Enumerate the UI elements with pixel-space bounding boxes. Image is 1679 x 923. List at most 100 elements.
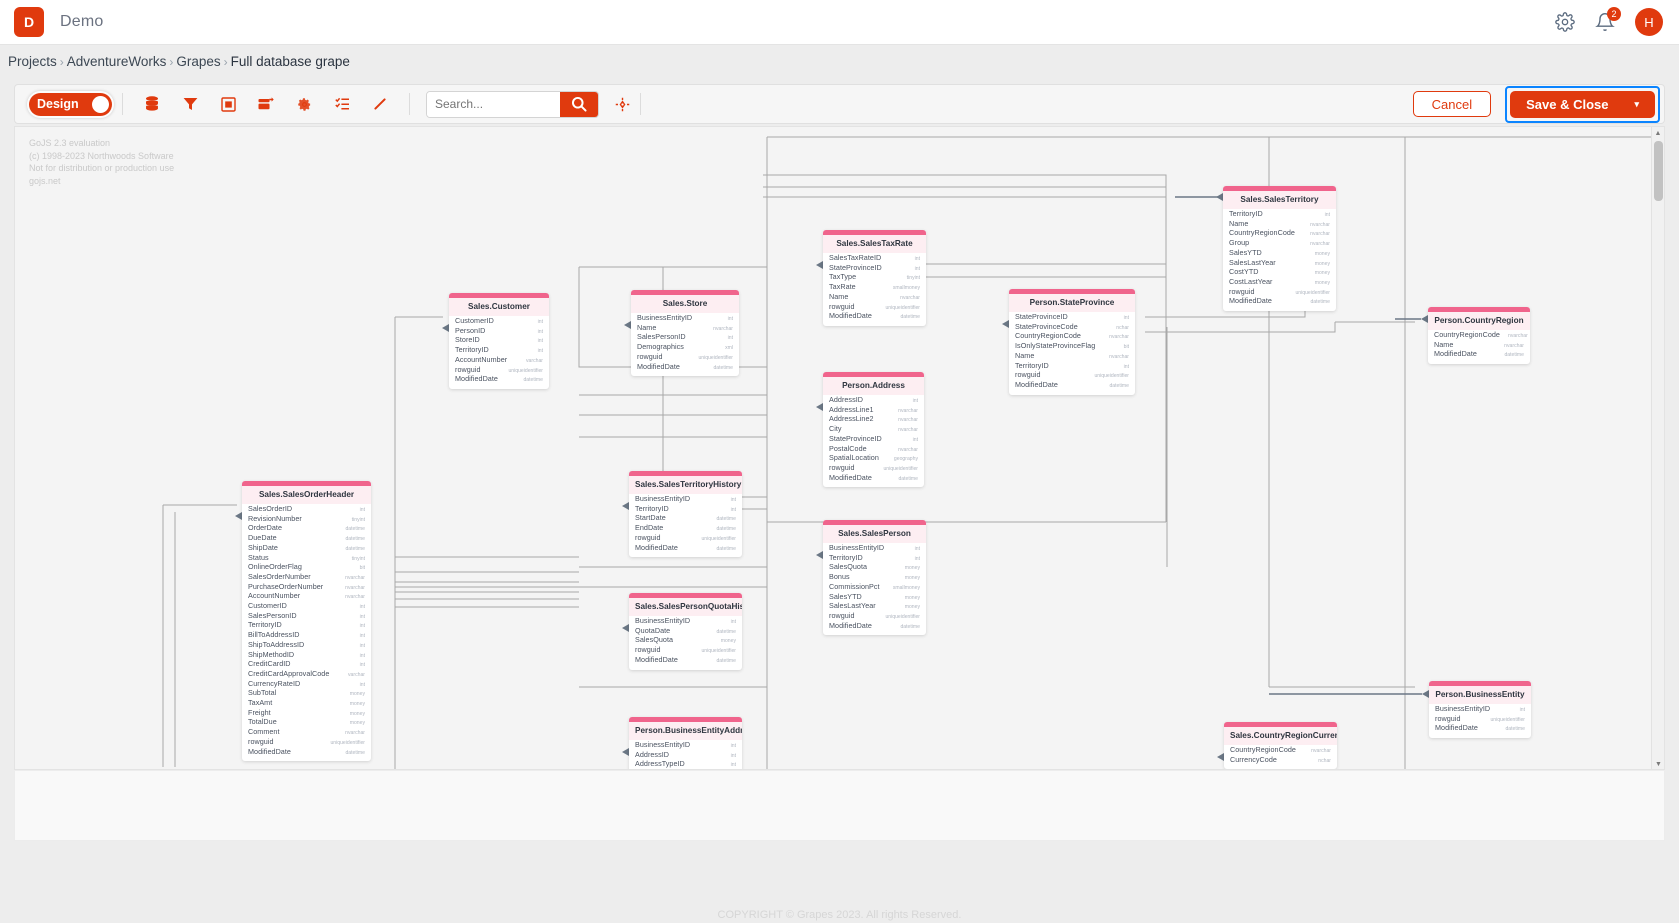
field-name: CustomerID xyxy=(248,601,287,611)
table-field-row[interactable]: AddressLine2 nvarchar xyxy=(829,415,918,425)
breadcrumb-item-grapes[interactable]: Grapes xyxy=(176,54,220,69)
table-field-row[interactable]: ModifiedDate datetime xyxy=(637,362,733,373)
field-name: Bonus xyxy=(829,572,850,582)
erd-table-sales-countryregioncurrency[interactable]: Sales.CountryRegionCurrency CountryRegion… xyxy=(1224,722,1337,769)
field-name: Name xyxy=(1434,339,1454,349)
field-name: PersonID xyxy=(455,325,486,335)
target-icon[interactable] xyxy=(615,97,630,112)
save-close-focus-ring: Save & Close ▾ xyxy=(1505,85,1660,123)
field-type: int xyxy=(914,546,920,552)
layout-icon[interactable] xyxy=(216,93,240,115)
field-type: datetime xyxy=(1109,382,1129,389)
design-mode-toggle[interactable]: Design xyxy=(29,92,112,116)
gear-icon[interactable] xyxy=(1555,12,1575,32)
table-field-row[interactable]: ModifiedDate datetime xyxy=(248,747,365,758)
table-field-row[interactable]: ModifiedDate datetime xyxy=(829,621,920,632)
field-type: varchar xyxy=(526,357,543,364)
erd-table-sales-customer[interactable]: Sales.Customer CustomerID int PersonID int St… xyxy=(449,293,549,389)
table-field-row[interactable]: ModifiedDate datetime xyxy=(1015,381,1129,391)
erd-tables-layer: Sales.Customer CustomerID int PersonID int St… xyxy=(15,127,1664,769)
field-type: nvarchar xyxy=(345,594,365,601)
table-field-row[interactable]: ModifiedDate datetime xyxy=(635,656,736,666)
field-type: int xyxy=(727,316,733,322)
field-type: nvarchar xyxy=(898,407,918,414)
field-type: uniqueidentifier xyxy=(885,613,920,620)
breadcrumb-item-current: Full database grape xyxy=(230,54,350,69)
field-type: nchar xyxy=(1318,757,1331,764)
field-name: CurrencyCode xyxy=(1230,754,1277,764)
field-type: nvarchar xyxy=(898,427,918,434)
field-name: CountryRegionCode xyxy=(1229,228,1295,238)
field-name: ModifiedDate xyxy=(635,654,678,664)
field-name: AccountNumber xyxy=(455,354,508,364)
erd-table-sales-salesterritoryhistory[interactable]: Sales.SalesTerritoryHistory BusinessEntit… xyxy=(629,471,742,558)
breadcrumb-item-projects[interactable]: Projects xyxy=(8,54,57,69)
table-add-icon[interactable] xyxy=(254,93,278,115)
field-name: SalesPersonID xyxy=(248,610,297,620)
field-name: ModifiedDate xyxy=(1015,379,1058,389)
field-type: uniqueidentifier xyxy=(330,739,365,746)
erd-table-sales-salesterritory[interactable]: Sales.SalesTerritory TerritoryID int Name nv… xyxy=(1223,186,1336,312)
pencil-icon[interactable] xyxy=(368,93,392,115)
search-input[interactable] xyxy=(427,91,560,117)
table-field-row[interactable]: ModifiedDate datetime xyxy=(829,312,920,322)
erd-table-sales-salespersonquotahistory[interactable]: Sales.SalesPersonQuotaHistoryBusinessEnt… xyxy=(629,593,742,670)
save-and-close-button[interactable]: Save & Close ▾ xyxy=(1510,90,1655,118)
app-root: D Demo 2 H Projects › AdventureWorks › G… xyxy=(0,0,1679,923)
erd-table-sales-salestaxrate[interactable]: Sales.SalesTaxRate SalesTaxRateID int State… xyxy=(823,230,926,326)
toolbar-divider xyxy=(640,93,641,115)
field-name: ModifiedDate xyxy=(1229,296,1272,306)
table-field-row[interactable]: ModifiedDate datetime xyxy=(1229,297,1330,307)
table-field-list: CountryRegionCode nvarchar Name nvarchar Mod… xyxy=(1428,330,1530,364)
database-icon[interactable] xyxy=(140,93,164,115)
erd-table-sales-salesorderheader[interactable]: Sales.SalesOrderHeader SalesOrderID int Rev… xyxy=(242,481,371,762)
erd-table-person-address[interactable]: Person.Address AddressID int AddressLine1 nv… xyxy=(823,372,924,488)
field-type: datetime xyxy=(345,526,365,533)
table-title: Sales.SalesTerritoryHistory xyxy=(629,476,742,494)
chevron-down-icon[interactable]: ▾ xyxy=(1634,99,1639,110)
table-field-row[interactable]: AddressTypeID int xyxy=(635,760,736,769)
gear-icon[interactable] xyxy=(292,93,316,115)
field-type: tinyint xyxy=(906,275,920,282)
erd-canvas[interactable]: GoJS 2.3 evaluation (c) 1998-2023 Northw… xyxy=(14,126,1665,770)
bell-icon[interactable]: 2 xyxy=(1595,7,1621,32)
table-field-row[interactable]: CurrencyCode nchar xyxy=(1230,754,1331,766)
avatar[interactable]: H xyxy=(1635,8,1663,36)
erd-table-person-stateprovince[interactable]: Person.StateProvince StateProvinceID int St… xyxy=(1009,289,1135,395)
erd-table-person-countryregion[interactable]: Person.CountryRegion CountryRegionCode nva… xyxy=(1428,307,1530,365)
field-type: nvarchar xyxy=(1507,333,1528,339)
table-field-row[interactable]: ModifiedDate datetime xyxy=(1434,350,1524,360)
filter-icon[interactable] xyxy=(178,93,202,115)
field-name: StateProvinceCode xyxy=(1015,321,1078,331)
table-field-row[interactable]: ModifiedDate datetime xyxy=(635,543,736,554)
field-type: money xyxy=(904,604,920,611)
erd-table-sales-salesperson[interactable]: Sales.SalesPerson BusinessEntityID int Terr… xyxy=(823,520,926,636)
erd-table-sales-store[interactable]: Sales.Store BusinessEntityID int Name nvarch… xyxy=(631,290,739,377)
app-logo[interactable]: D xyxy=(14,7,44,37)
field-type: int xyxy=(1519,707,1525,713)
field-type: nvarchar xyxy=(1310,241,1330,248)
search-button[interactable] xyxy=(560,91,598,117)
field-name: Name xyxy=(1015,350,1035,360)
erd-table-person-businessentity[interactable]: Person.BusinessEntity BusinessEntityID int… xyxy=(1429,681,1531,739)
field-name: BusinessEntityID xyxy=(637,313,693,322)
erd-table-person-businessentityaddress[interactable]: Person.BusinessEntityAddressBusinessEnti… xyxy=(629,717,742,769)
table-field-row[interactable]: ModifiedDate datetime xyxy=(1435,724,1525,734)
field-name: TaxType xyxy=(829,272,857,282)
table-field-row[interactable]: ModifiedDate datetime xyxy=(829,473,918,484)
field-type: money xyxy=(349,701,365,708)
field-name: CreditCardApprovalCode xyxy=(248,668,330,678)
field-name: SalesQuota xyxy=(635,635,674,645)
field-name: TerritoryID xyxy=(248,620,282,630)
field-type: money xyxy=(720,638,736,645)
scrollbar-thumb[interactable] xyxy=(1654,141,1663,201)
scroll-down-arrow[interactable]: ▼ xyxy=(1652,758,1664,769)
checklist-icon[interactable] xyxy=(330,93,354,115)
scroll-up-arrow[interactable]: ▲ xyxy=(1652,127,1664,140)
table-field-row[interactable]: ModifiedDate datetime xyxy=(455,375,543,385)
cancel-button[interactable]: Cancel xyxy=(1412,91,1492,117)
field-name: TerritoryID xyxy=(1015,360,1049,370)
breadcrumb-item-adventureworks[interactable]: AdventureWorks xyxy=(67,54,167,69)
field-name: ModifiedDate xyxy=(829,311,872,321)
canvas-vertical-scrollbar[interactable]: ▲ ▼ xyxy=(1651,127,1664,769)
